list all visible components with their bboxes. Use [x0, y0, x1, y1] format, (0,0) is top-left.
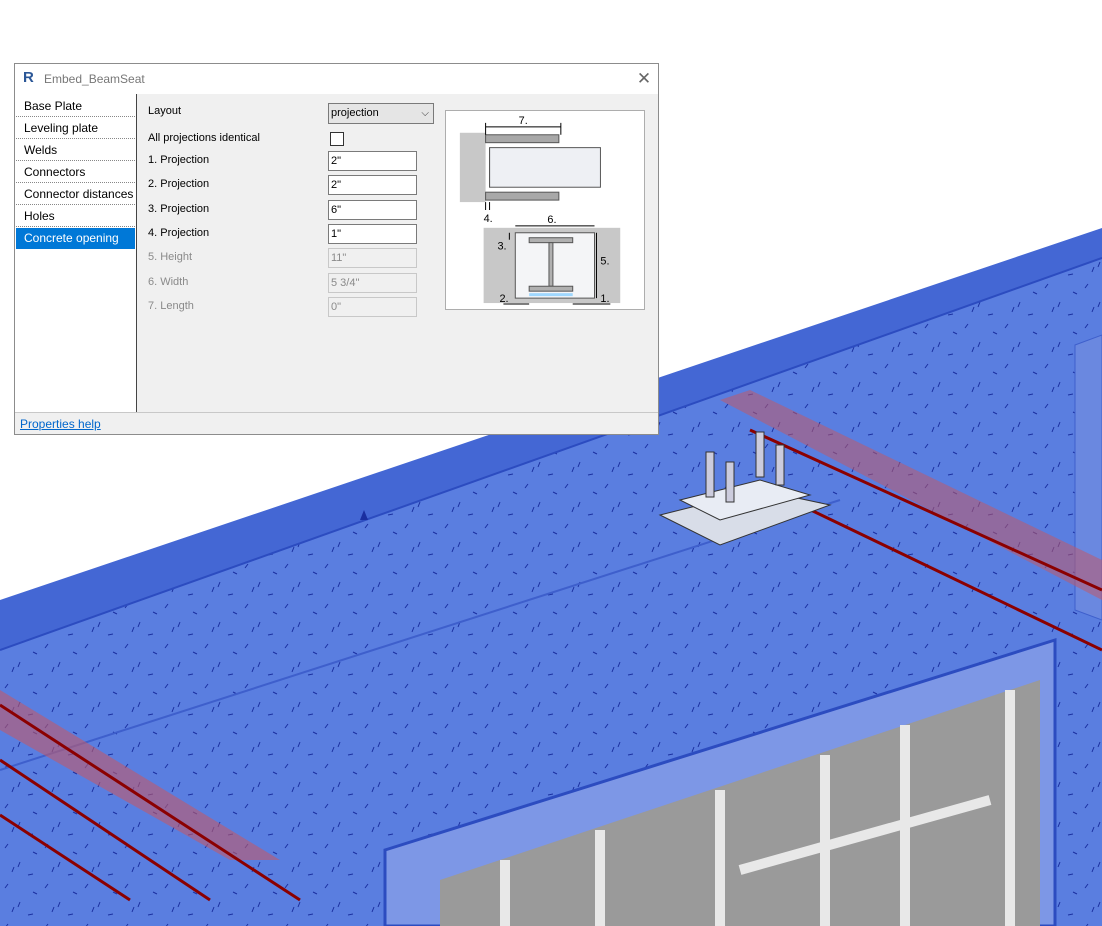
layout-value: projection — [331, 107, 379, 119]
dim-label-6: 6. — [547, 214, 556, 226]
dim-label-1: 1. — [600, 293, 609, 305]
nav-item-welds[interactable]: Welds — [16, 140, 135, 161]
projection-2-input[interactable]: 2" — [328, 175, 417, 195]
dim-label-2: 2. — [499, 293, 508, 305]
projection-1-label: 1. Projection — [148, 154, 210, 166]
layout-dropdown[interactable]: projection ⌵ — [328, 103, 434, 124]
nav-item-connectors[interactable]: Connectors — [16, 162, 135, 183]
settings-nav: Base Plate Leveling plate Welds Connecto… — [15, 94, 137, 412]
projection-4-label: 4. Projection — [148, 227, 210, 239]
dim-label-5: 5. — [600, 255, 609, 267]
nav-item-base-plate[interactable]: Base Plate — [16, 96, 135, 117]
nav-item-connector-distances[interactable]: Connector distances — [16, 184, 135, 205]
projection-3-input[interactable]: 6" — [328, 200, 417, 220]
nav-item-concrete-opening[interactable]: Concrete opening — [16, 228, 135, 249]
embed-beamseat-dialog: R Embed_BeamSeat ✕ Base Plate Leveling p… — [14, 63, 659, 435]
nav-item-leveling-plate[interactable]: Leveling plate — [16, 118, 135, 139]
revit-app-icon: R — [23, 69, 34, 86]
projection-1-input[interactable]: 2" — [328, 151, 417, 171]
width-label: 6. Width — [148, 276, 189, 288]
dialog-title: Embed_BeamSeat — [44, 72, 145, 86]
length-input: 0" — [328, 297, 417, 317]
identical-checkbox[interactable] — [330, 132, 344, 146]
height-input: 11" — [328, 248, 417, 268]
properties-help-link[interactable]: Properties help — [20, 417, 101, 431]
projection-2-label: 2. Projection — [148, 178, 210, 190]
layout-label: Layout — [148, 105, 182, 117]
nav-item-holes[interactable]: Holes — [16, 206, 135, 227]
chevron-down-icon: ⌵ — [421, 108, 429, 119]
width-input: 5 3/4" — [328, 273, 417, 293]
close-button[interactable]: ✕ — [631, 66, 657, 92]
opening-diagram: 7. 4. 6. 5. 3. 2. 1. — [445, 110, 645, 310]
identical-label: All projections identical — [148, 132, 260, 144]
dim-label-3: 3. — [497, 241, 506, 253]
length-label: 7. Length — [148, 300, 194, 312]
projection-4-input[interactable]: 1" — [328, 224, 417, 244]
projection-3-label: 3. Projection — [148, 203, 210, 215]
height-label: 5. Height — [148, 251, 193, 263]
footer-separator — [15, 412, 658, 413]
title-bar[interactable]: R Embed_BeamSeat ✕ — [15, 64, 658, 94]
dim-label-7: 7. — [519, 115, 528, 127]
dim-label-4: 4. — [484, 213, 493, 225]
